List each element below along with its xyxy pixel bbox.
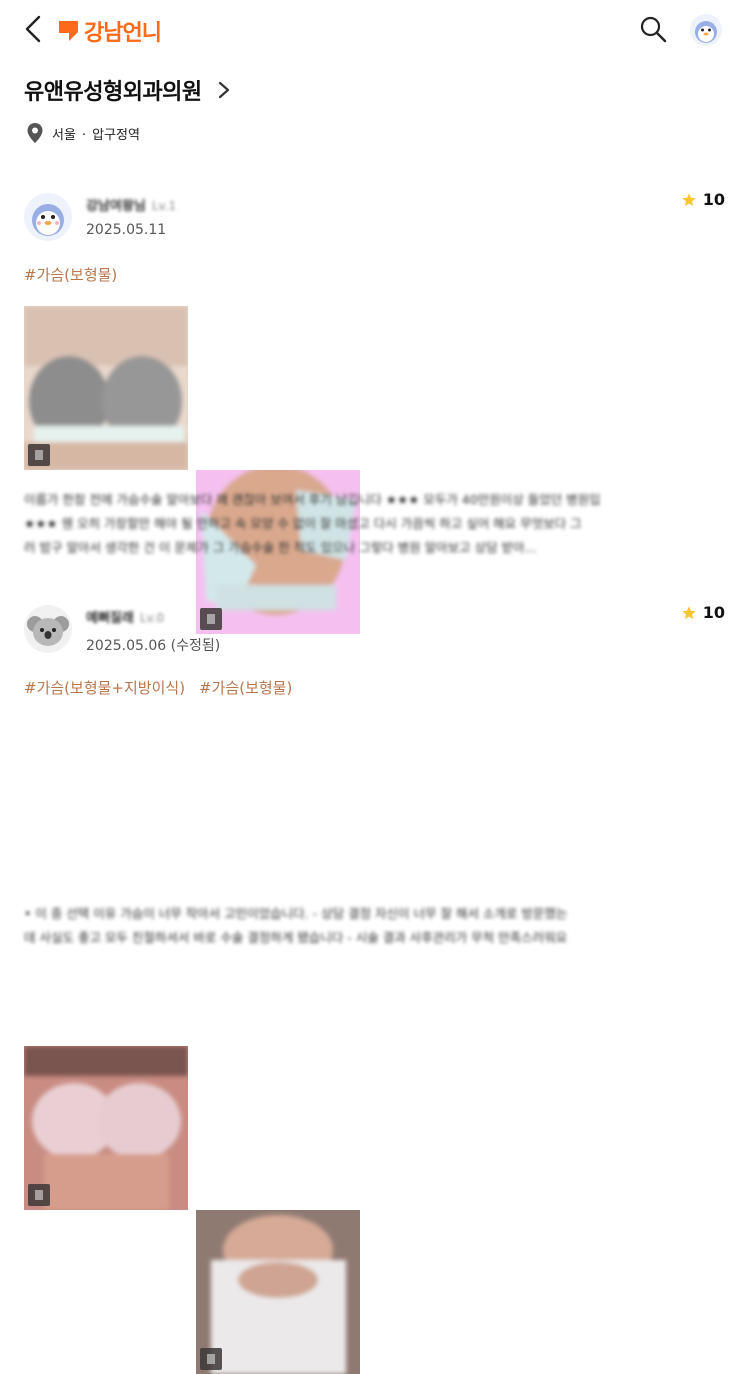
back-button[interactable]: [20, 14, 50, 44]
review-date: 2025.05.06 (수정됨): [86, 638, 221, 654]
photo-type-badge-icon: [200, 1348, 222, 1370]
review-text-line: 데 사실도 좋고 모두 친절하셔서 바로 수술 결정하게 됐습니다 - 시술 결…: [24, 930, 568, 945]
rating-value: 10: [702, 603, 725, 622]
review-text: • 이 중 선택 이유 가슴이 너무 작아서 고민이었습니다. - 상담 결정 …: [24, 902, 724, 950]
review-date: 2025.05.11: [86, 222, 167, 238]
reviewer-nickname: 예뻐질래: [86, 611, 134, 626]
review-tag[interactable]: #가슴(보형물+지방이식): [24, 677, 185, 698]
location-station: 압구정역: [92, 127, 140, 143]
reviewer-avatar: [24, 605, 72, 653]
penguin-avatar-icon: [690, 14, 722, 46]
location-pin-icon: [27, 123, 43, 143]
review-tags: #가슴(보형물): [24, 264, 117, 285]
rating-value: 10: [702, 190, 725, 209]
review-rating: 10: [681, 190, 725, 209]
reviewer-level: Lv.0: [139, 611, 165, 625]
clinic-title-link[interactable]: 유앤유성형외과의원: [24, 74, 232, 106]
location-separator: ·: [81, 127, 87, 143]
profile-avatar[interactable]: [690, 14, 722, 46]
review-tag[interactable]: #가슴(보형물): [199, 677, 292, 698]
search-icon: [640, 16, 667, 43]
photo-type-badge-icon: [200, 608, 222, 630]
review-tags: #가슴(보형물+지방이식) #가슴(보형물): [24, 677, 292, 698]
review-photo[interactable]: [24, 1046, 188, 1210]
review-text: 이름가 한참 전에 가슴수술 알아보다 꽤 괜찮아 보여서 후기 남깁니다 ★★…: [24, 488, 724, 560]
review-card[interactable]: 강남여왕님 Lv.1 2025.05.11 10 #가슴(보형물) 이름가 한참…: [0, 0, 749, 634]
review-photo[interactable]: [196, 1210, 360, 1374]
star-icon: [682, 192, 696, 206]
search-button[interactable]: [638, 14, 668, 44]
review-tag[interactable]: #가슴(보형물): [24, 264, 117, 285]
photo-type-badge-icon: [28, 1184, 50, 1206]
review-text-line: 러 밤구 알아서 생각한 건 이 문제가 그 가슴수술 한 적도 있으나 그렇다…: [24, 540, 537, 555]
logo-text: 강남언니: [84, 21, 162, 46]
review-text-line: • 이 중 선택 이유 가슴이 너무 작아서 고민이었습니다. - 상담 결정 …: [24, 906, 568, 921]
review-rating: 10: [681, 603, 725, 622]
app-logo[interactable]: 강남언니: [58, 15, 162, 47]
reviewer-avatar: [24, 193, 72, 241]
review-text-line: ★★★ 웬 오히 가장할만 해야 될 만하고 속 모양 수 없이 잘 마셨고 다…: [24, 516, 582, 531]
clinic-location: 서울 · 압구정역: [26, 122, 140, 144]
reviewer-nickname: 강남여왕님: [86, 199, 146, 214]
photo-type-badge-icon: [28, 444, 50, 466]
reviewer-level: Lv.1: [151, 199, 177, 213]
chevron-left-icon: [25, 15, 41, 43]
penguin-avatar-icon: [24, 193, 72, 241]
star-icon: [682, 605, 696, 619]
logo-mark-icon: [59, 21, 78, 41]
review-photo[interactable]: [24, 306, 188, 470]
chevron-right-icon: [218, 81, 229, 99]
review-text-line: 이름가 한참 전에 가슴수술 알아보다 꽤 괜찮아 보여서 후기 남깁니다 ★★…: [24, 492, 601, 507]
clinic-name: 유앤유성형외과의원: [24, 80, 202, 105]
location-city: 서울: [52, 127, 76, 143]
koala-avatar-icon: [24, 605, 72, 653]
